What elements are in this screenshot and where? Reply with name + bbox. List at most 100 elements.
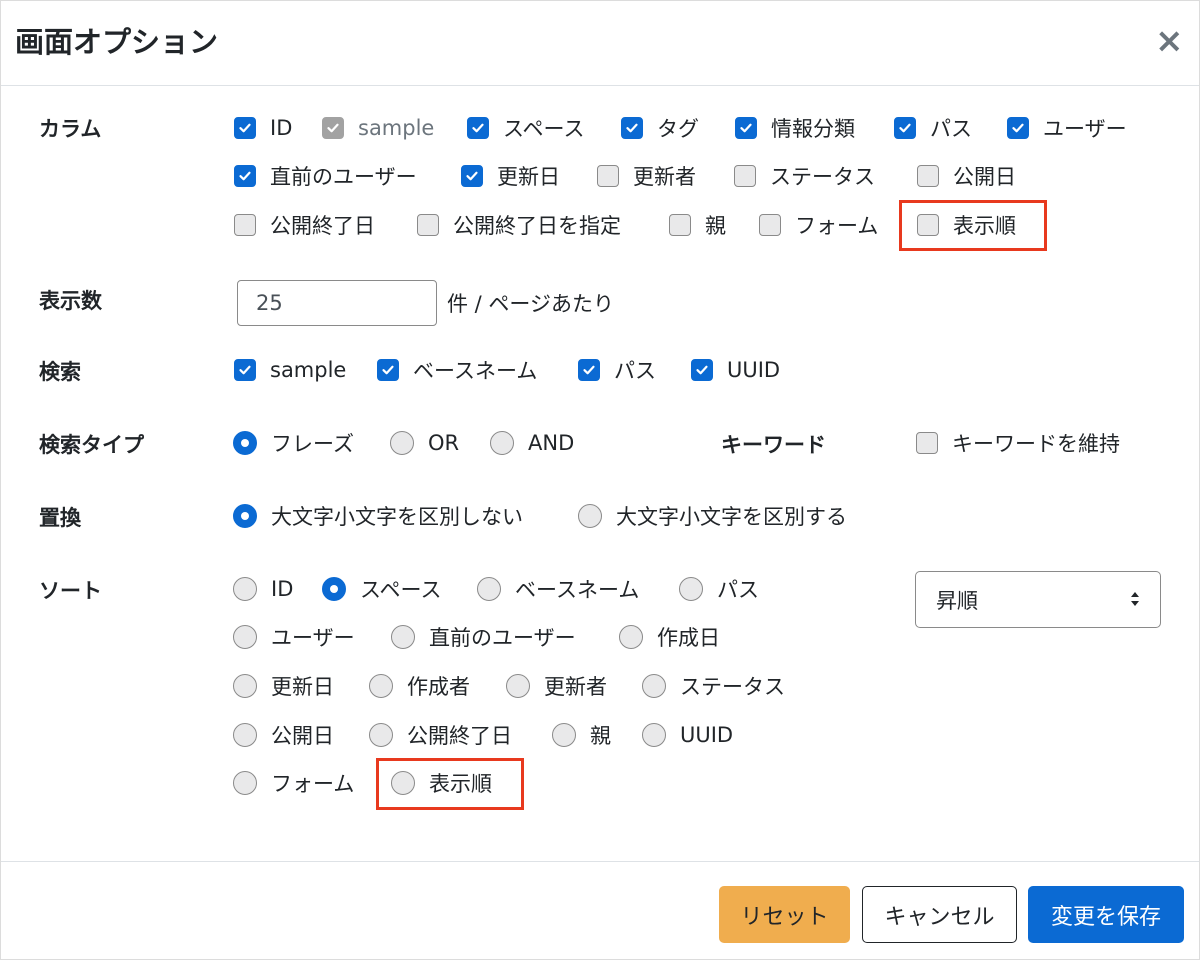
radio-unselected[interactable] [506,674,530,698]
checkbox-checked[interactable] [621,117,643,139]
checkbox-checked[interactable] [894,117,916,139]
radio-selected[interactable] [233,504,257,528]
checkbox-checked[interactable] [322,117,344,139]
sort-option[interactable]: 公開終了日 [369,720,512,750]
sort-option[interactable]: スペース [322,574,441,604]
option-label: 直前のユーザー [429,626,576,650]
search-type-option[interactable]: AND [490,428,574,458]
search-field-option[interactable]: ベースネーム [377,355,537,385]
sort-option[interactable]: 更新者 [506,671,607,701]
checkbox-unchecked[interactable] [917,214,939,236]
radio-unselected[interactable] [391,771,415,795]
checkbox-checked[interactable] [234,359,256,381]
option-label: フォーム [271,772,355,796]
checkbox-checked[interactable] [234,117,256,139]
checkbox-checked[interactable] [1007,117,1029,139]
radio-unselected[interactable] [233,771,257,795]
radio-unselected[interactable] [578,504,602,528]
sort-option[interactable]: ユーザー [233,622,355,652]
column-option[interactable]: 更新者 [597,161,696,191]
column-option[interactable]: スペース [467,113,584,143]
display-count-input[interactable] [237,280,437,326]
column-option[interactable]: 公開終了日を指定 [417,210,621,240]
sort-option[interactable]: 親 [552,720,611,750]
close-icon[interactable]: × [1155,21,1184,61]
option-label: 大文字小文字を区別する [616,505,847,529]
keep-keyword-option[interactable]: キーワードを維持 [916,428,1120,458]
radio-unselected[interactable] [642,723,666,747]
sort-option[interactable]: 表示順 [391,768,492,798]
column-option[interactable]: ID [234,113,292,143]
column-option[interactable]: 更新日 [461,161,560,191]
column-option[interactable]: 公開日 [917,161,1016,191]
checkbox-unchecked[interactable] [597,165,619,187]
radio-unselected[interactable] [233,577,257,601]
option-label: ステータス [680,675,785,699]
radio-unselected[interactable] [552,723,576,747]
sort-option[interactable]: UUID [642,720,733,750]
search-field-option[interactable]: sample [234,355,346,385]
column-option[interactable]: ユーザー [1007,113,1127,143]
sort-option[interactable]: 作成者 [369,671,470,701]
radio-unselected[interactable] [679,577,703,601]
replace-option[interactable]: 大文字小文字を区別する [578,501,847,531]
checkbox-checked[interactable] [578,359,600,381]
column-option[interactable]: ステータス [734,161,875,191]
checkbox-unchecked[interactable] [234,214,256,236]
search-field-option[interactable]: パス [578,355,656,385]
radio-unselected[interactable] [369,674,393,698]
column-option[interactable]: タグ [621,113,699,143]
checkbox-checked[interactable] [377,359,399,381]
reset-button[interactable]: リセット [719,886,850,943]
column-option[interactable]: 親 [669,210,726,240]
option-label: AND [528,431,575,455]
radio-unselected[interactable] [477,577,501,601]
sort-option[interactable]: ID [233,574,293,604]
search-field-option[interactable]: UUID [691,355,780,385]
sort-option[interactable]: パス [679,574,759,604]
checkbox-checked[interactable] [691,359,713,381]
sort-option[interactable]: 直前のユーザー [391,622,576,652]
save-button[interactable]: 変更を保存 [1028,886,1184,943]
radio-unselected[interactable] [490,431,514,455]
radio-unselected[interactable] [391,625,415,649]
column-option[interactable]: 情報分類 [735,113,855,143]
column-option[interactable]: 直前のユーザー [234,161,417,191]
column-option[interactable]: フォーム [759,210,878,240]
sort-option[interactable]: 更新日 [233,671,334,701]
checkbox-checked[interactable] [234,165,256,187]
radio-unselected[interactable] [233,625,257,649]
column-option[interactable]: パス [894,113,972,143]
radio-unselected[interactable] [390,431,414,455]
checkbox-unchecked[interactable] [759,214,781,236]
replace-option[interactable]: 大文字小文字を区別しない [233,501,523,531]
sort-option[interactable]: ステータス [642,671,785,701]
radio-unselected[interactable] [233,674,257,698]
radio-unselected[interactable] [233,723,257,747]
checkbox-checked[interactable] [461,165,483,187]
radio-unselected[interactable] [369,723,393,747]
checkbox-checked[interactable] [735,117,757,139]
search-type-label: 検索タイプ [39,433,144,457]
column-option[interactable]: sample [322,113,434,143]
checkbox-unchecked[interactable] [917,165,939,187]
sort-option[interactable]: フォーム [233,768,354,798]
radio-selected[interactable] [322,577,346,601]
column-option[interactable]: 公開終了日 [234,210,375,240]
column-option[interactable]: 表示順 [917,210,1016,240]
search-type-option[interactable]: フレーズ [233,428,354,458]
checkbox-unchecked[interactable] [916,432,938,454]
checkbox-unchecked[interactable] [734,165,756,187]
radio-unselected[interactable] [619,625,643,649]
sort-option[interactable]: 作成日 [619,622,720,652]
radio-selected[interactable] [233,431,257,455]
radio-unselected[interactable] [642,674,666,698]
sort-option[interactable]: ベースネーム [477,574,639,604]
cancel-button[interactable]: キャンセル [862,886,1017,943]
checkbox-unchecked[interactable] [669,214,691,236]
sort-option[interactable]: 公開日 [233,720,334,750]
checkbox-unchecked[interactable] [417,214,439,236]
search-type-option[interactable]: OR [390,428,459,458]
checkbox-checked[interactable] [467,117,489,139]
sort-order-select[interactable]: 昇順 [915,571,1161,628]
